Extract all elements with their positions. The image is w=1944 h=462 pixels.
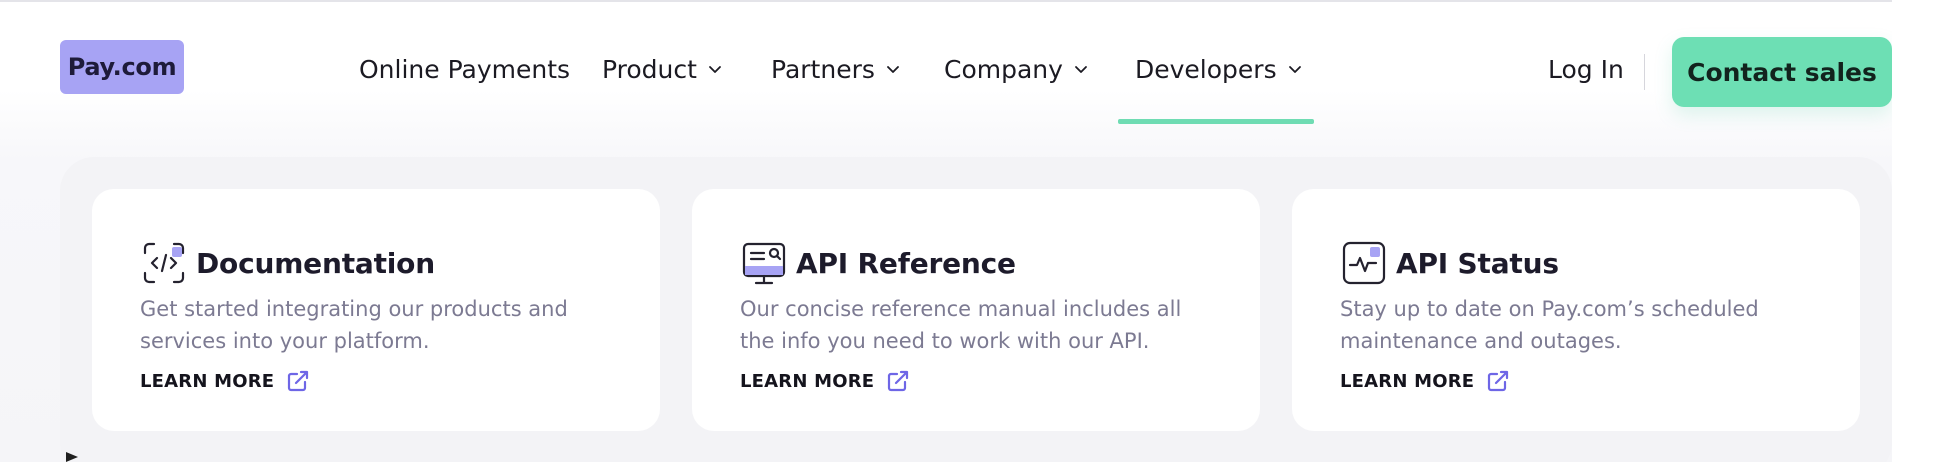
nav-item-partners[interactable]: Partners — [771, 44, 901, 94]
chevron-down-icon — [709, 66, 721, 73]
top-border — [0, 0, 1892, 2]
chevron-down-icon — [1075, 66, 1087, 73]
external-link-icon — [888, 370, 909, 392]
page: Pay.com Online Payments Product Partners… — [0, 0, 1944, 462]
card-description: Our concise reference manual includes al… — [740, 297, 1182, 353]
nav-item-company[interactable]: Company — [944, 44, 1089, 94]
nav-label: Partners — [771, 54, 875, 84]
nav-label: Company — [944, 54, 1063, 84]
login-link[interactable]: Log In — [1548, 44, 1624, 94]
code-icon — [143, 242, 185, 284]
nav-label: Product — [602, 54, 697, 84]
chevron-down-icon — [886, 66, 899, 73]
card-title: API Status — [1396, 246, 1559, 280]
learn-more-label: LEARN MORE — [740, 370, 875, 392]
card-api-status[interactable]: API Status Stay up to date on Pay.com’s … — [1292, 189, 1860, 431]
logo[interactable]: Pay.com — [60, 40, 184, 94]
nav-label: Developers — [1135, 54, 1277, 84]
status-pulse-icon — [1342, 241, 1386, 285]
page-edge — [1892, 0, 1944, 462]
card-description: Get started integrating our products and… — [140, 297, 568, 353]
learn-more-link[interactable]: LEARN MORE — [1340, 369, 1510, 393]
learn-more-link[interactable]: LEARN MORE — [140, 369, 310, 393]
learn-more-label: LEARN MORE — [1340, 370, 1475, 392]
card-api-reference[interactable]: API Reference Our concise reference manu… — [692, 189, 1260, 431]
card-title: Documentation — [196, 246, 435, 280]
nav-item-developers[interactable]: Developers — [1135, 44, 1303, 94]
card-description: Stay up to date on Pay.com’s scheduled m… — [1340, 297, 1759, 353]
learn-more-label: LEARN MORE — [140, 370, 275, 392]
contact-sales-button[interactable]: Contact sales — [1672, 37, 1892, 107]
chevron-down-icon — [1288, 66, 1301, 73]
header-divider — [1644, 54, 1645, 90]
card-header: Documentation — [140, 239, 435, 287]
card-title: API Reference — [796, 246, 1016, 280]
external-link-icon — [288, 370, 309, 392]
card-header: API Status — [1340, 239, 1559, 287]
nav-label: Online Payments — [359, 54, 571, 84]
card-documentation[interactable]: Documentation Get started integrating ou… — [92, 189, 660, 431]
external-link-icon — [1488, 370, 1509, 392]
nav-item-online-payments[interactable]: Online Payments — [359, 44, 570, 94]
mouse-cursor-icon — [66, 452, 78, 462]
api-reference-icon — [742, 242, 786, 285]
card-header: API Reference — [740, 239, 1016, 287]
active-nav-underline — [1118, 119, 1314, 124]
learn-more-link[interactable]: LEARN MORE — [740, 369, 910, 393]
nav-item-product[interactable]: Product — [602, 44, 723, 94]
